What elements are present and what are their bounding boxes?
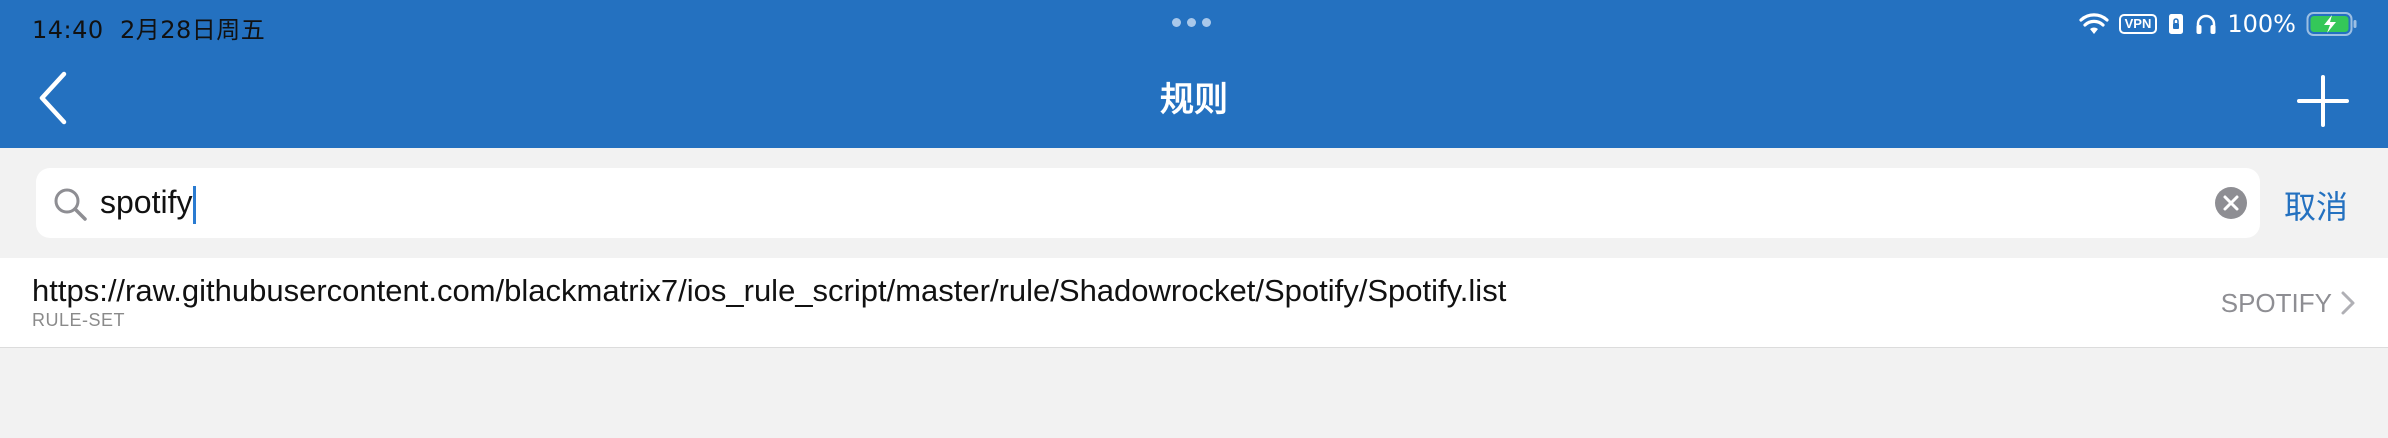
status-date-label: 2月28日周五 <box>119 16 266 44</box>
search-input-value[interactable]: spotify <box>100 182 197 224</box>
navigation-header: 14:40 2月28日周五 VPN 100% 规则 <box>0 0 2388 148</box>
add-rule-button[interactable] <box>2296 74 2350 128</box>
search-icon <box>54 188 87 221</box>
status-time: 14:40 2月28日周五 <box>32 10 265 45</box>
chevron-right-icon <box>2341 291 2355 315</box>
portrait-lock-icon <box>2169 14 2184 34</box>
headphones-icon <box>2196 14 2216 34</box>
battery-charging-icon <box>2306 12 2357 36</box>
search-input[interactable]: spotify <box>36 168 2260 238</box>
page-title: 规则 <box>1160 80 1228 120</box>
divider <box>0 347 2388 348</box>
vpn-badge: VPN <box>2118 14 2158 34</box>
rule-policy: SPOTIFY <box>2220 288 2332 318</box>
text-caret <box>193 185 197 224</box>
search-query: spotify <box>100 184 193 220</box>
status-bar: 14:40 2月28日周五 VPN 100% <box>0 0 2388 48</box>
clear-icon[interactable] <box>2214 186 2248 220</box>
battery-percentage: 100% <box>2227 10 2296 38</box>
cancel-button[interactable]: 取消 <box>2284 182 2348 228</box>
plus-icon <box>2297 75 2349 127</box>
search-bar: spotify 取消 <box>0 148 2388 258</box>
status-indicators: VPN 100% <box>2079 8 2358 40</box>
rule-url: https://raw.githubusercontent.com/blackm… <box>32 273 1507 308</box>
status-time-label: 14:40 <box>32 16 104 44</box>
wifi-icon <box>2079 13 2109 34</box>
list-item[interactable]: https://raw.githubusercontent.com/blackm… <box>0 258 2388 348</box>
multitasking-dots-icon[interactable] <box>1172 18 1211 27</box>
rule-type: RULE-SET <box>32 310 126 330</box>
